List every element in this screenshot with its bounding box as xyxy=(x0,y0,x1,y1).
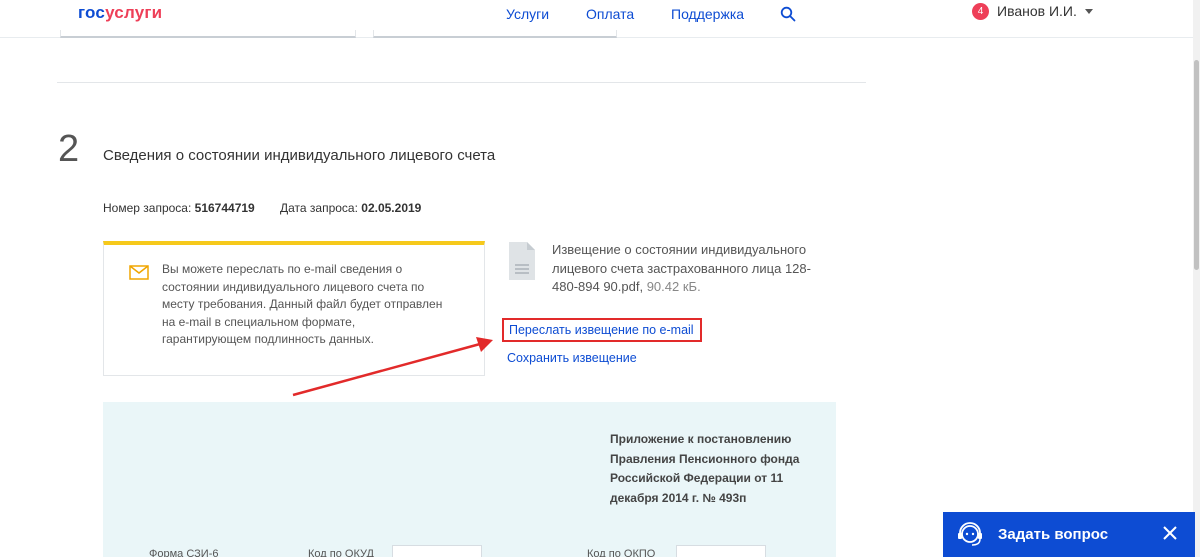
red-arrow-annotation xyxy=(292,337,493,397)
support-agent-icon xyxy=(958,521,982,546)
okpo-label: Код по ОКПО xyxy=(587,548,656,557)
step-number: 2 xyxy=(58,128,80,170)
ask-question-label: Задать вопрос xyxy=(998,526,1109,543)
previous-field-left xyxy=(60,30,356,38)
nav-support[interactable]: Поддержка xyxy=(671,6,744,22)
logo-part-gos: гос xyxy=(78,3,106,22)
form-label: Форма СЗИ-6 xyxy=(149,548,219,557)
envelope-icon xyxy=(129,265,149,280)
section-divider xyxy=(57,82,866,83)
forward-email-link[interactable]: Переслать извещение по e-mail xyxy=(502,318,702,342)
document-annex-text: Приложение к постановлению Правления Пен… xyxy=(610,432,800,505)
close-icon[interactable] xyxy=(1163,526,1177,540)
scrollbar-thumb[interactable] xyxy=(1194,60,1199,270)
previous-field-right xyxy=(373,30,617,38)
document-preview: Приложение к постановлению Правления Пен… xyxy=(103,402,836,557)
chevron-down-icon[interactable] xyxy=(1084,8,1093,14)
gosuslugi-logo[interactable]: госуслуги xyxy=(78,3,162,23)
request-number-value: 516744719 xyxy=(194,201,255,215)
user-menu[interactable]: 4 Иванов И.И. xyxy=(972,2,1093,20)
search-icon[interactable] xyxy=(780,6,796,22)
request-number: Номер запроса: 516744719 xyxy=(103,201,255,215)
request-date-value: 02.05.2019 xyxy=(361,201,422,215)
okpo-value-box xyxy=(676,545,766,557)
okud-value-box xyxy=(392,545,482,557)
request-number-label: Номер запроса: xyxy=(103,201,192,215)
save-notice-link[interactable]: Сохранить извещение xyxy=(507,351,637,365)
notification-badge[interactable]: 4 xyxy=(972,2,989,20)
request-date-label: Дата запроса: xyxy=(280,201,358,215)
section-title: Сведения о состоянии индивидуального лиц… xyxy=(103,147,496,164)
nav-services[interactable]: Услуги xyxy=(506,6,549,22)
user-name[interactable]: Иванов И.И. xyxy=(997,3,1077,19)
request-date: Дата запроса: 02.05.2019 xyxy=(280,201,421,215)
okud-label: Код по ОКУД xyxy=(308,548,374,557)
document-file-icon xyxy=(509,242,535,280)
nav-payment[interactable]: Оплата xyxy=(586,6,634,22)
file-description: Извещение о состоянии индивидуального ли… xyxy=(552,241,832,297)
ask-question-widget[interactable]: Задать вопрос xyxy=(943,512,1195,557)
logo-part-uslugi: услуги xyxy=(105,3,163,22)
file-size: 90.42 кБ. xyxy=(646,279,701,294)
